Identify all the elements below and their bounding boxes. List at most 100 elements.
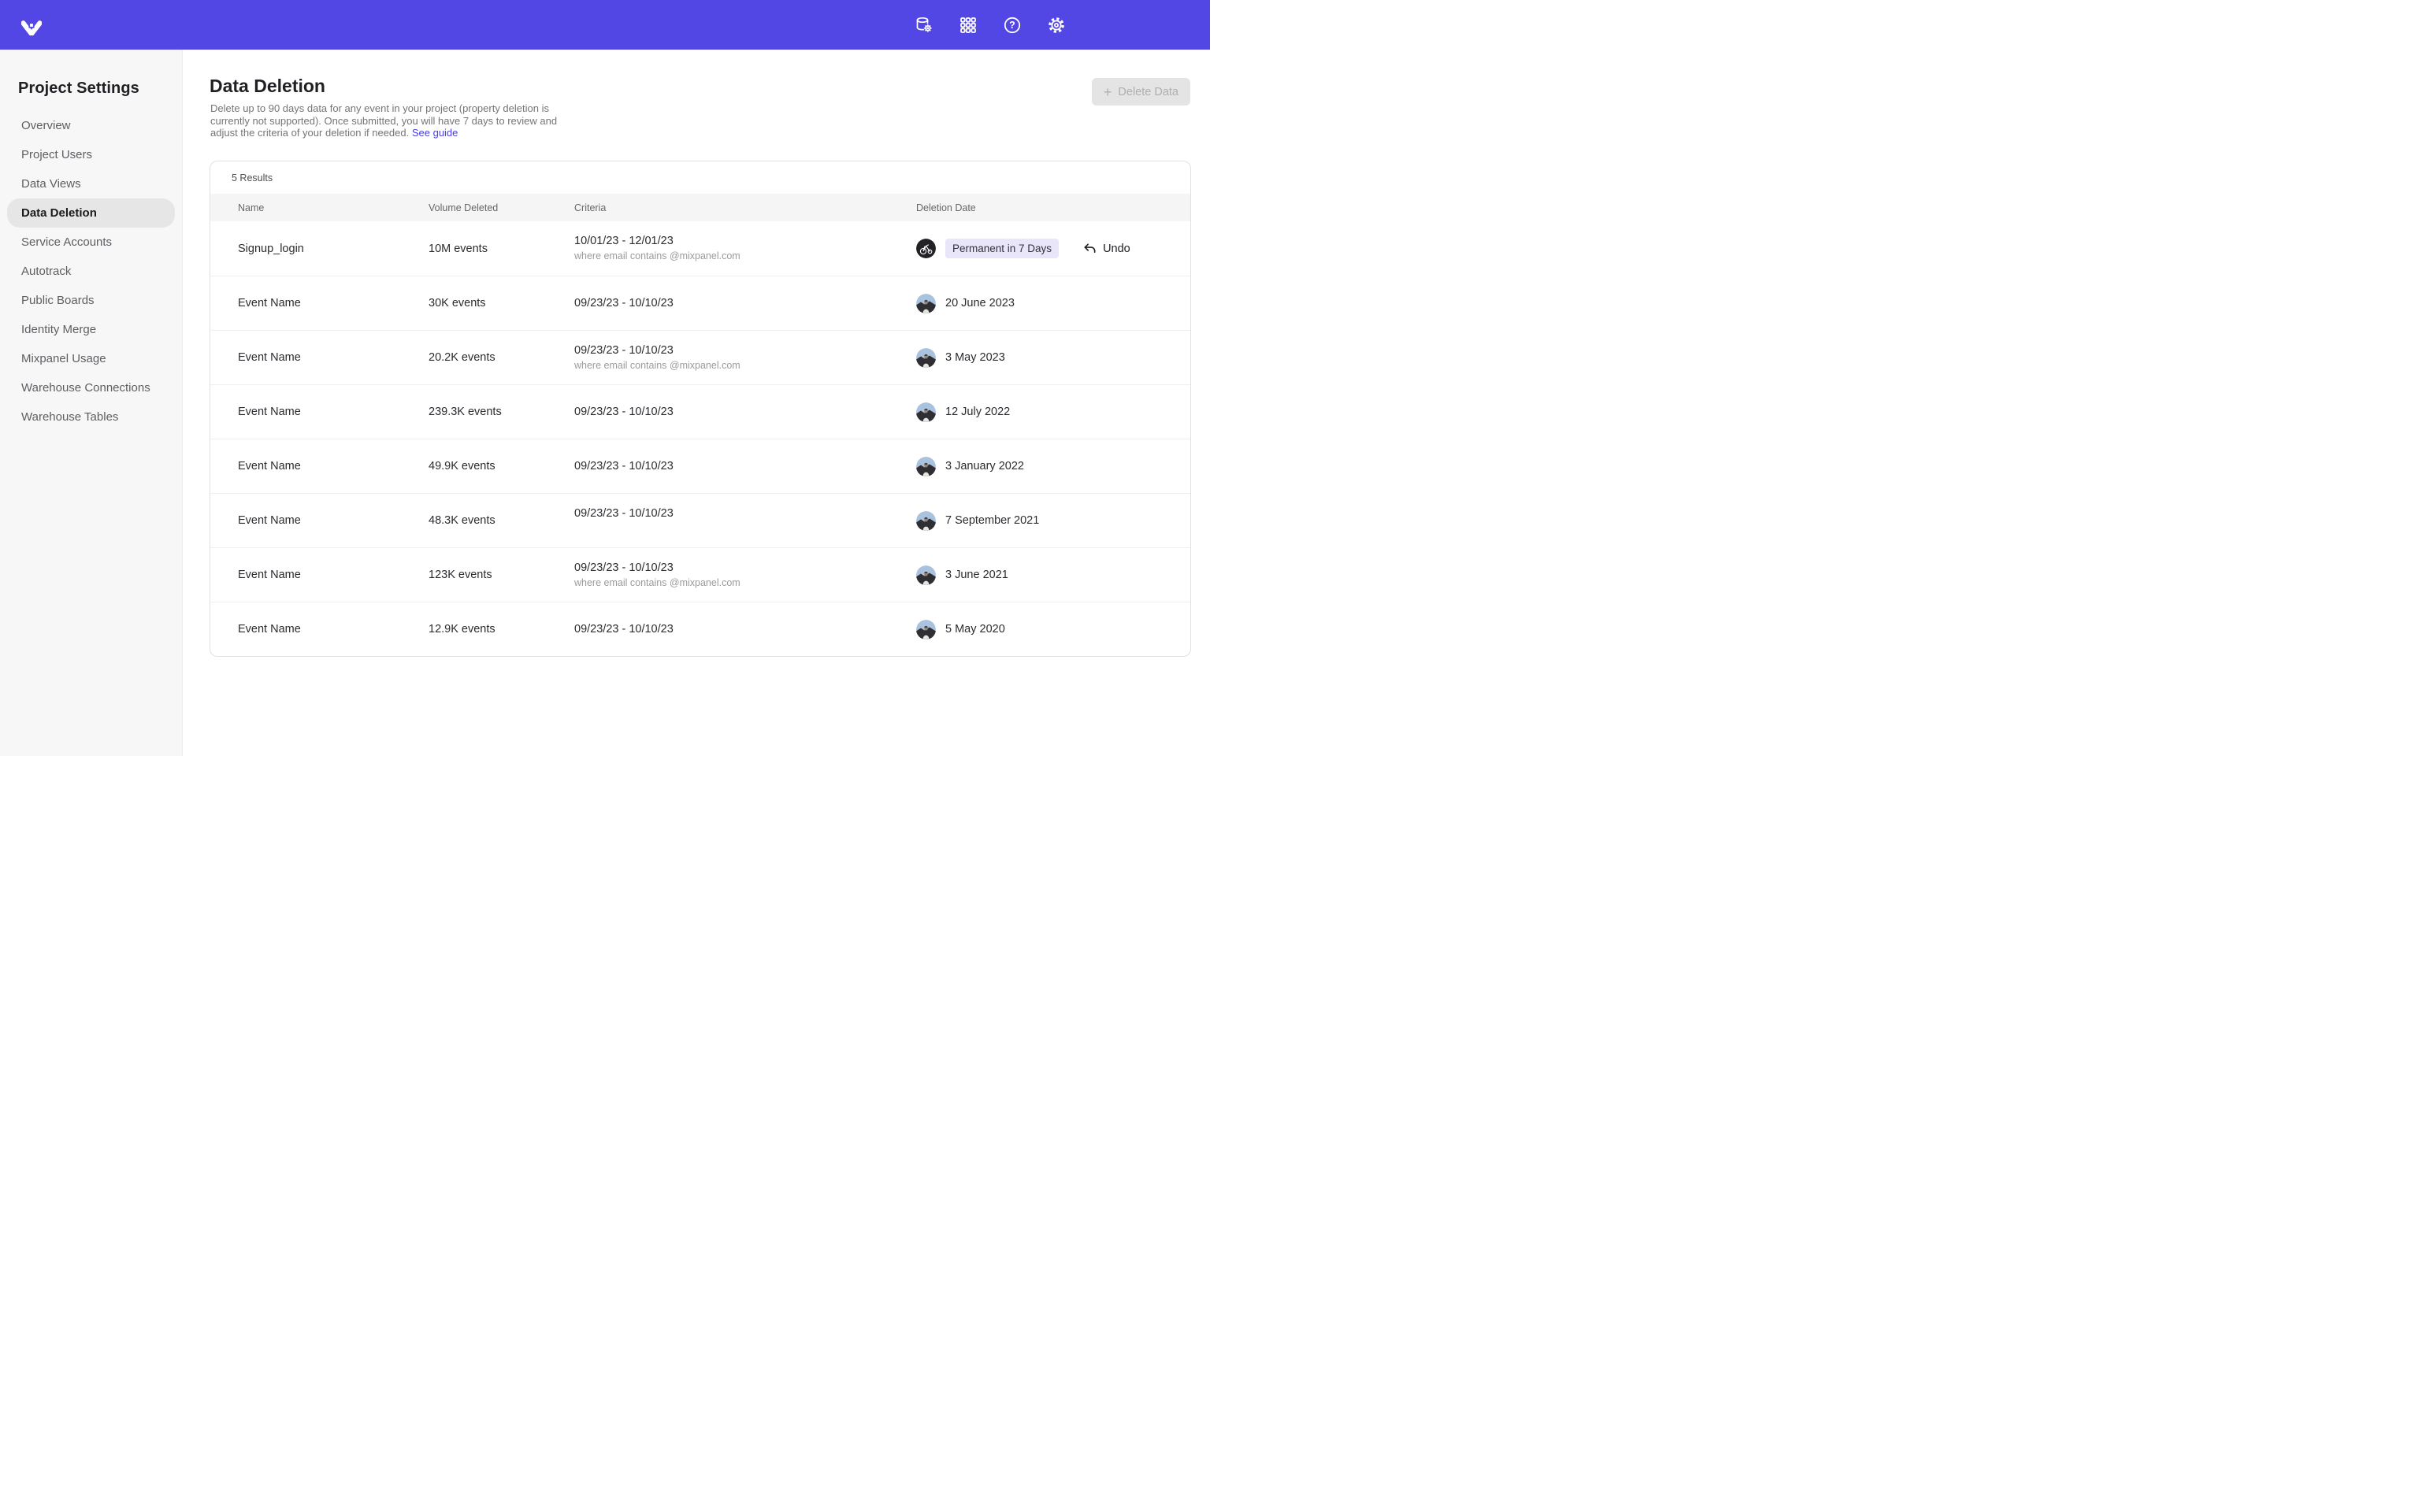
sidebar-item[interactable]: Mixpanel Usage [7,344,175,373]
table-row: Event Name 49.9K events 09/23/23 - 10/10… [210,439,1190,493]
user-avatar [916,565,936,585]
criteria-range: 09/23/23 - 10/10/23 [574,460,916,472]
deletion-date-cell: Permanent in 7 Days Undo [916,239,1190,258]
sidebar-item[interactable]: Public Boards [7,286,175,315]
deletion-date-text: 3 June 2021 [945,569,1008,581]
sidebar-item[interactable]: Warehouse Connections [7,373,175,402]
user-avatar [916,239,936,258]
column-header-volume: Volume Deleted [429,202,574,213]
criteria-cell: 09/23/23 - 10/10/23 where email contains… [574,344,916,372]
table-row: Event Name 123K events 09/23/23 - 10/10/… [210,547,1190,602]
column-header-name: Name [238,202,429,213]
sidebar-item[interactable]: Data Deletion [7,198,175,228]
criteria-range: 09/23/23 - 10/10/23 [574,344,916,357]
criteria-cell: 09/23/23 - 10/10/23 [574,297,916,309]
criteria-range: 09/23/23 - 10/10/23 [574,297,916,309]
see-guide-link[interactable]: See guide [412,127,458,139]
sidebar-item[interactable]: Data Views [7,169,175,198]
apps-grid-icon[interactable] [959,16,978,35]
volume-deleted-cell: 30K events [429,297,574,309]
description-line: currently not supported). Once submitted… [210,115,557,128]
undo-button[interactable]: Undo [1082,241,1130,256]
sidebar-menu: Overview Project Users Data Views Data D… [0,111,182,432]
deletion-results-card: 5 Results Name Volume Deleted Criteria D… [210,161,1191,657]
results-count: 5 Results [210,161,1190,194]
column-header-deletion-date: Deletion Date [916,202,1190,213]
event-name-cell: Event Name [238,351,429,364]
svg-text:?: ? [1009,20,1015,31]
description-line: adjust the criteria of your deletion if … [210,127,409,139]
sidebar-item-label: Warehouse Connections [21,381,150,395]
criteria-range: 09/23/23 - 10/10/23 [574,507,916,520]
table-row: Event Name 20.2K events 09/23/23 - 10/10… [210,330,1190,384]
delete-data-button-label: Delete Data [1118,86,1178,98]
deletion-date-cell: 3 May 2023 [916,348,1190,368]
deletion-date-text: 20 June 2023 [945,297,1015,309]
criteria-cell: 09/23/23 - 10/10/23 [574,406,916,418]
help-icon[interactable]: ? [1003,16,1022,35]
criteria-cell: 09/23/23 - 10/10/23 where email contains… [574,561,916,589]
volume-deleted-cell: 239.3K events [429,406,574,418]
event-name-cell: Event Name [238,623,429,636]
deletion-date-cell: 5 May 2020 [916,620,1190,639]
sidebar-item-label: Autotrack [21,265,71,278]
criteria-range: 09/23/23 - 10/10/23 [574,406,916,418]
criteria-range: 09/23/23 - 10/10/23 [574,623,916,636]
volume-deleted-cell: 12.9K events [429,623,574,636]
page-title: Data Deletion [210,76,325,97]
sidebar-item[interactable]: Warehouse Tables [7,402,175,432]
criteria-cell: 09/23/23 - 10/10/23 [574,623,916,636]
user-avatar [916,294,936,313]
deletion-date-text: 3 May 2023 [945,351,1005,364]
criteria-cell: 10/01/23 - 12/01/23 where email contains… [574,235,916,262]
project-settings-sidebar: Project Settings Overview Project Users … [0,50,183,756]
settings-gear-icon[interactable] [1047,16,1066,35]
sidebar-item-label: Public Boards [21,294,95,307]
data-management-icon[interactable] [915,16,933,35]
criteria-filter [574,523,916,535]
plus-icon: + [1104,85,1112,99]
page-description: Delete up to 90 days data for any event … [210,102,557,139]
criteria-filter: where email contains @mixpanel.com [574,360,916,372]
sidebar-heading: Project Settings [0,80,182,98]
event-name-cell: Event Name [238,460,429,472]
sidebar-item[interactable]: Autotrack [7,257,175,286]
sidebar-item[interactable]: Identity Merge [7,315,175,344]
sidebar-item-label: Data Deletion [21,206,97,220]
sidebar-item[interactable]: Overview [7,111,175,140]
table-row: Event Name 12.9K events 09/23/23 - 10/10… [210,602,1190,656]
sidebar-item[interactable]: Service Accounts [7,228,175,257]
volume-deleted-cell: 48.3K events [429,514,574,527]
sidebar-item-label: Mixpanel Usage [21,352,106,365]
data-deletion-page: Data Deletion Delete up to 90 days data … [184,50,1210,756]
volume-deleted-cell: 10M events [429,243,574,255]
deletion-date-cell: 12 July 2022 [916,402,1190,422]
topbar-icon-group: ? [915,0,1066,50]
sidebar-item-label: Data Views [21,177,81,191]
deletion-date-text: 12 July 2022 [945,406,1010,418]
criteria-filter: where email contains @mixpanel.com [574,250,916,262]
top-navigation-bar: ? [0,0,1210,50]
status-badge: Permanent in 7 Days [945,239,1059,258]
deletion-date-cell: 3 January 2022 [916,457,1190,476]
event-name-cell: Event Name [238,514,429,527]
volume-deleted-cell: 20.2K events [429,351,574,364]
event-name-cell: Event Name [238,569,429,581]
event-name-cell: Signup_login [238,243,429,255]
deletion-date-cell: 20 June 2023 [916,294,1190,313]
table-row: Event Name 48.3K events 09/23/23 - 10/10… [210,493,1190,547]
sidebar-item[interactable]: Project Users [7,140,175,169]
deletion-date-cell: 7 September 2021 [916,511,1190,531]
criteria-range: 10/01/23 - 12/01/23 [574,235,916,247]
deletion-date-text: 7 September 2021 [945,514,1039,527]
deletion-date-text: 5 May 2020 [945,623,1005,636]
sidebar-item-label: Overview [21,119,71,132]
undo-icon [1082,241,1097,256]
user-avatar [916,620,936,639]
deletion-date-text: 3 January 2022 [945,460,1024,472]
mixpanel-logo-icon[interactable] [21,15,42,35]
criteria-cell: 09/23/23 - 10/10/23 [574,507,916,535]
delete-data-button[interactable]: + Delete Data [1092,78,1190,106]
column-header-criteria: Criteria [574,202,916,213]
event-name-cell: Event Name [238,406,429,418]
